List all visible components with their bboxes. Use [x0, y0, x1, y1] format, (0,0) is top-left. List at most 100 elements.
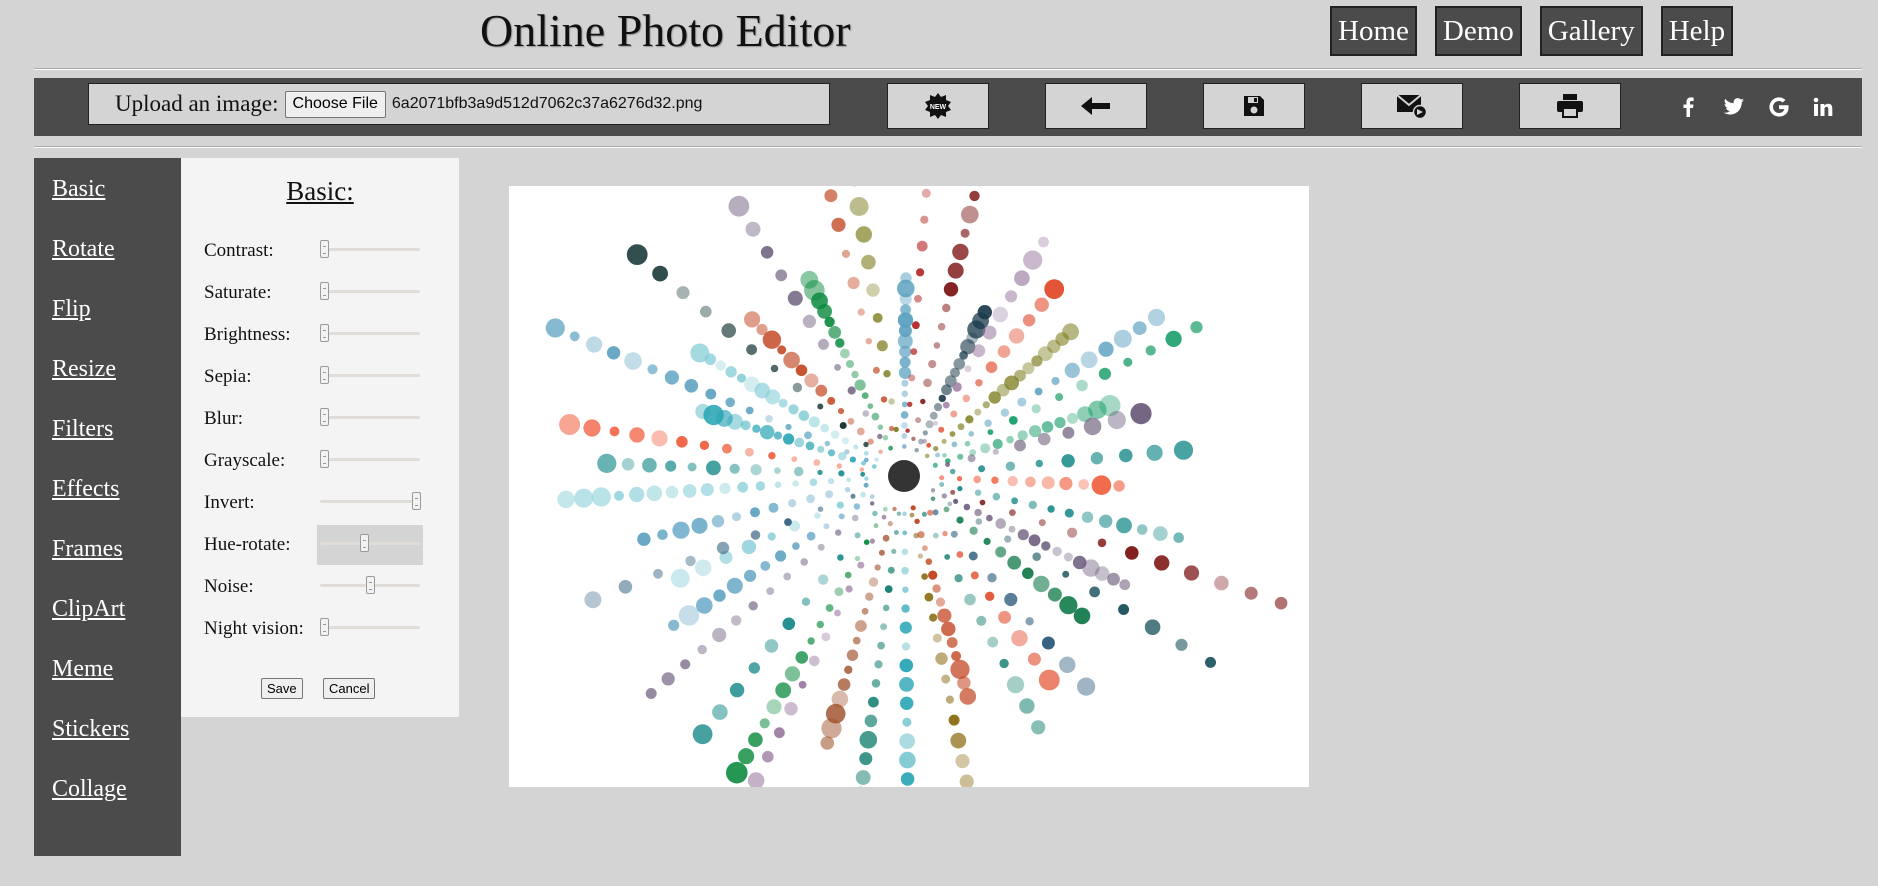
- burst-dot: [809, 478, 818, 487]
- burst-dot: [851, 514, 859, 522]
- slider-thumb[interactable]: [366, 576, 375, 594]
- sidebar-item-rotate[interactable]: Rotate: [52, 236, 115, 263]
- sidebar-item-collage[interactable]: Collage: [52, 776, 127, 803]
- burst-dot: [1034, 297, 1049, 312]
- slider-thumb[interactable]: [360, 534, 370, 552]
- nav-gallery-button[interactable]: Gallery: [1539, 6, 1643, 56]
- twitter-icon[interactable]: [1721, 92, 1747, 122]
- saturate-slider[interactable]: [320, 282, 420, 300]
- burst-dot: [1005, 461, 1016, 471]
- burst-dot: [854, 379, 866, 391]
- nav-help-button[interactable]: Help: [1660, 6, 1734, 56]
- blur-slider[interactable]: [320, 408, 420, 426]
- burst-dot: [690, 343, 710, 363]
- burst-dot: [765, 415, 773, 423]
- burst-dot: [834, 609, 841, 617]
- sidebar-item-meme[interactable]: Meme: [52, 656, 113, 683]
- burst-dot: [914, 448, 919, 453]
- burst-dot: [957, 486, 963, 492]
- slider-thumb[interactable]: [320, 450, 329, 468]
- burst-dot: [652, 265, 668, 282]
- burst-dot: [825, 604, 834, 612]
- burst-dot: [788, 499, 797, 508]
- sidebar-item-clipart[interactable]: ClipArt: [52, 596, 125, 623]
- burst-dot: [726, 761, 748, 784]
- sidebar-item-stickers[interactable]: Stickers: [52, 716, 129, 743]
- burst-dot: [932, 532, 939, 539]
- sidebar-item-filters[interactable]: Filters: [52, 416, 113, 443]
- burst-dot: [909, 512, 915, 518]
- burst-dot: [902, 586, 909, 593]
- burst-dot: [953, 358, 966, 370]
- burst-dot: [1098, 367, 1111, 380]
- burst-dot: [1119, 448, 1133, 463]
- burst-dot: [680, 659, 691, 670]
- invert-slider[interactable]: [320, 492, 421, 510]
- sidebar-item-flip[interactable]: Flip: [52, 296, 91, 323]
- nav-demo-button[interactable]: Demo: [1434, 6, 1522, 56]
- burst-dot: [775, 269, 788, 282]
- burst-dot: [614, 490, 624, 501]
- grayscale-slider[interactable]: [320, 450, 420, 468]
- burst-dot: [935, 597, 946, 607]
- slider-thumb[interactable]: [320, 240, 329, 258]
- facebook-icon[interactable]: [1675, 92, 1701, 122]
- burst-dot: [912, 321, 920, 330]
- linkedin-icon[interactable]: [1810, 92, 1836, 122]
- sidebar-item-frames[interactable]: Frames: [52, 536, 123, 563]
- slider-thumb[interactable]: [412, 492, 421, 510]
- burst-dot: [687, 462, 697, 472]
- burst-dot: [932, 633, 942, 643]
- sidebar-item-resize[interactable]: Resize: [52, 356, 116, 383]
- nav-home-button[interactable]: Home: [1330, 6, 1417, 56]
- save-button[interactable]: Save: [261, 678, 303, 699]
- burst-dot: [756, 323, 768, 336]
- burst-dot: [1125, 546, 1139, 560]
- burst-dot: [745, 221, 761, 237]
- sidebar-item-effects[interactable]: Effects: [52, 476, 120, 503]
- burst-dot: [1145, 345, 1156, 356]
- burst-dot: [1033, 575, 1050, 593]
- hue-rotate-slider[interactable]: [320, 534, 420, 552]
- sepia-slider[interactable]: [320, 366, 420, 384]
- choose-file-button[interactable]: Choose File: [284, 90, 386, 118]
- burst-dot: [818, 574, 829, 585]
- slider-thumb[interactable]: [320, 282, 329, 300]
- burst-dot: [997, 345, 1011, 358]
- burst-dot: [828, 326, 842, 339]
- burst-dot: [957, 676, 971, 690]
- burst-dot: [880, 623, 888, 631]
- burst-dot: [806, 531, 816, 541]
- cancel-button[interactable]: Cancel: [323, 678, 376, 699]
- slider-thumb[interactable]: [320, 618, 329, 636]
- burst-dot: [1190, 321, 1203, 334]
- burst-dot: [1081, 511, 1094, 523]
- night-vision-slider[interactable]: [320, 618, 420, 636]
- burst-dot: [584, 591, 602, 609]
- burst-dot: [738, 748, 755, 765]
- burst-dot: [791, 456, 798, 462]
- burst-dot: [747, 772, 765, 787]
- photo-canvas[interactable]: [509, 186, 1309, 787]
- email-button[interactable]: [1361, 83, 1463, 129]
- burst-dot: [1023, 250, 1043, 270]
- google-icon[interactable]: [1766, 92, 1792, 122]
- print-button[interactable]: [1519, 83, 1621, 129]
- save-image-button[interactable]: [1203, 83, 1305, 129]
- slider-thumb[interactable]: [320, 366, 329, 384]
- sidebar-item-basic[interactable]: Basic: [52, 176, 105, 203]
- new-image-button[interactable]: NEW: [887, 83, 989, 129]
- burst-dot: [1113, 480, 1125, 492]
- brightness-slider[interactable]: [320, 324, 420, 342]
- burst-dot: [921, 573, 928, 580]
- slider-thumb[interactable]: [320, 324, 329, 342]
- burst-dot: [860, 491, 866, 498]
- noise-slider[interactable]: [320, 576, 420, 594]
- burst-dot: [930, 496, 936, 502]
- contrast-slider[interactable]: [320, 240, 420, 258]
- undo-button[interactable]: [1045, 83, 1147, 129]
- contrast-label: Contrast:: [204, 240, 274, 261]
- burst-dot: [946, 637, 958, 648]
- slider-thumb[interactable]: [320, 408, 329, 426]
- burst-dot: [979, 499, 986, 506]
